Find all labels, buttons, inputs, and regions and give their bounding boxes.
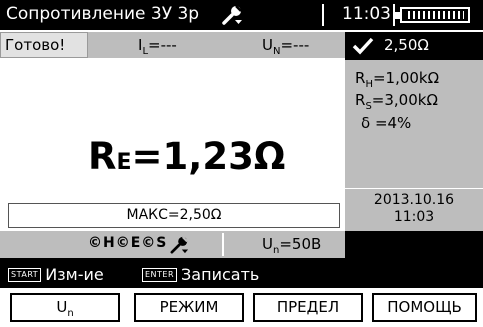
rh-readout: RH=1,00kΩ bbox=[355, 69, 440, 90]
wrench-icon bbox=[170, 236, 189, 254]
title-separator bbox=[322, 4, 324, 26]
help-button[interactable]: ПОМОЩЬ bbox=[372, 293, 477, 322]
probe-indicators: ©H©E©S bbox=[88, 235, 168, 251]
voltage-un-readout: UN=--- bbox=[262, 36, 310, 57]
check-icon bbox=[352, 37, 374, 55]
clock: 11:03 bbox=[342, 4, 391, 24]
un-button[interactable]: Un bbox=[10, 293, 120, 322]
delta-readout: δ =4% bbox=[361, 114, 412, 132]
title-bar: Сопротивление 3У 3р 11:03 bbox=[0, 0, 483, 30]
rs-readout: RS=3,00kΩ bbox=[355, 91, 438, 112]
parameter-panel: RH=1,00kΩ RS=3,00kΩ δ =4% bbox=[345, 60, 483, 188]
empty-cell bbox=[345, 231, 483, 258]
voltage-setting: Un=50В bbox=[262, 235, 322, 256]
screen-title: Сопротивление 3У 3р bbox=[6, 4, 200, 24]
battery-icon bbox=[395, 7, 470, 23]
max-value: МАКС=2,50Ω bbox=[8, 203, 340, 228]
probe-status-row: ©H©E©S Un=50В bbox=[0, 231, 345, 258]
result-value: RE=1,23Ω bbox=[88, 135, 286, 178]
status-row: Готово! IL=--- UN=--- 2,50Ω bbox=[0, 32, 483, 60]
ready-status: Готово! bbox=[5, 36, 66, 54]
date-time: 2013.10.16 11:03 bbox=[345, 189, 483, 231]
enter-hint: ENTER Записать bbox=[142, 264, 259, 284]
current-il-readout: IL=--- bbox=[138, 36, 177, 57]
date: 2013.10.16 bbox=[373, 192, 455, 208]
limit-value: 2,50Ω bbox=[384, 36, 429, 54]
mode-button[interactable]: РЕЖИМ bbox=[134, 293, 244, 322]
wrench-icon bbox=[222, 5, 242, 25]
start-hint: START Изм-ие bbox=[8, 264, 104, 284]
hint-bar: START Изм-ие ENTER Записать bbox=[0, 258, 483, 288]
main-area bbox=[0, 60, 345, 200]
limit-button[interactable]: ПРЕДЕЛ bbox=[253, 293, 363, 322]
enter-key: ENTER bbox=[142, 267, 178, 282]
start-key: START bbox=[8, 267, 42, 282]
time: 11:03 bbox=[393, 209, 435, 225]
